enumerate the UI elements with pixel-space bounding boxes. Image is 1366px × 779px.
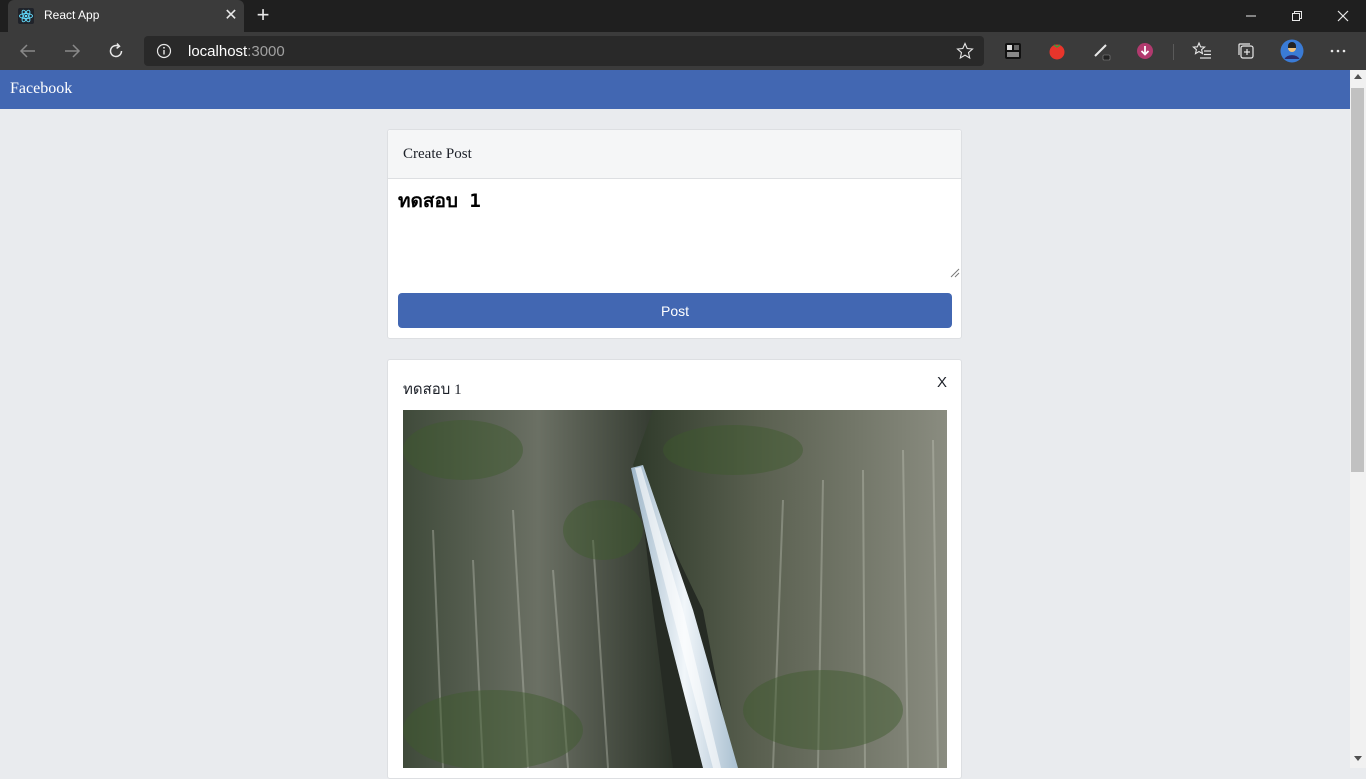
create-post-header: Create Post: [388, 130, 961, 179]
info-icon[interactable]: [156, 43, 172, 59]
scroll-up-arrow-icon[interactable]: [1354, 74, 1362, 79]
feed-post-card: ทดสอบ 1 X: [387, 359, 962, 779]
browser-tab[interactable]: React App ✕: [8, 0, 244, 32]
forward-icon[interactable]: [58, 38, 86, 64]
create-post-card: Create Post ทดสอบ 1 Post: [387, 129, 962, 339]
app-header: Facebook: [0, 70, 1350, 109]
new-tab-icon[interactable]: +: [252, 4, 274, 26]
scroll-down-arrow-icon[interactable]: [1354, 756, 1362, 761]
url-text: localhost:3000: [188, 43, 285, 60]
url-host: localhost: [188, 43, 248, 60]
collections-icon[interactable]: [1236, 41, 1256, 61]
back-icon[interactable]: [14, 38, 42, 64]
delete-post-button[interactable]: X: [937, 374, 947, 391]
resize-grip-icon[interactable]: [950, 268, 960, 278]
toolbar-divider: [1173, 44, 1174, 60]
restore-icon[interactable]: [1274, 0, 1320, 32]
more-menu-icon[interactable]: [1324, 38, 1352, 64]
address-bar[interactable]: localhost:3000: [144, 36, 984, 66]
url-port: :3000: [247, 43, 285, 60]
post-text-input[interactable]: ทดสอบ 1: [398, 186, 952, 278]
minimize-icon[interactable]: [1228, 0, 1274, 32]
react-icon: [18, 8, 34, 24]
pen-extension-icon[interactable]: [1091, 41, 1111, 61]
page-scrollbar[interactable]: [1350, 70, 1366, 768]
brand-logo-text[interactable]: Facebook: [10, 80, 72, 98]
window-close-icon[interactable]: [1320, 0, 1366, 32]
extension-app-icon[interactable]: [1003, 41, 1023, 61]
download-extension-icon[interactable]: [1135, 41, 1155, 61]
browser-tab-bar: React App ✕ +: [0, 0, 1366, 32]
profile-avatar-icon[interactable]: [1280, 39, 1304, 63]
tab-title: React App: [44, 8, 100, 22]
post-content-text: ทดสอบ 1: [403, 382, 462, 398]
refresh-icon[interactable]: [102, 38, 130, 64]
browser-toolbar: localhost:3000: [0, 32, 1366, 70]
tomato-extension-icon[interactable]: [1047, 41, 1067, 61]
post-button[interactable]: Post: [398, 293, 952, 328]
favorite-star-icon[interactable]: [956, 42, 974, 60]
waterfall-photo-graphic: [403, 410, 947, 768]
tab-close-icon[interactable]: ✕: [222, 7, 240, 25]
scroll-thumb[interactable]: [1351, 88, 1364, 472]
waterfall-photo: [403, 410, 947, 768]
create-post-title: Create Post: [403, 146, 472, 162]
favorites-list-icon[interactable]: [1192, 41, 1212, 61]
